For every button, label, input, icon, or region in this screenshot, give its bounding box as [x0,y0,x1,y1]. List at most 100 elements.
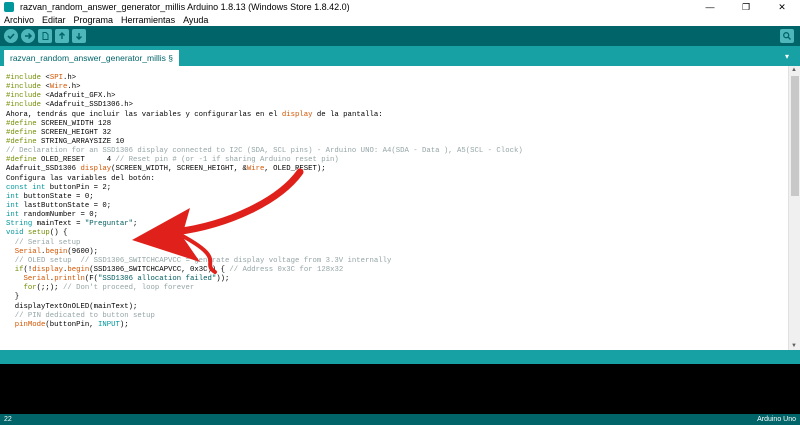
code-line[interactable]: #define SCREEN_HEIGHT 32 [6,129,523,138]
code-token: #define [6,156,42,165]
code-line[interactable]: for(;;); // Don't proceed, loop forever [6,284,523,293]
code-token: "Preguntar" [84,220,133,229]
code-line[interactable]: #include <Wire.h> [6,83,523,92]
editor-scrollbar[interactable]: ▲ ▼ [788,66,800,350]
code-token: display [80,165,112,174]
open-button[interactable] [55,29,69,43]
code-token: display [32,265,63,274]
menu-bar: Archivo Editar Programa Herramientas Ayu… [0,14,800,26]
code-token: randomNumber = 0; [23,211,98,220]
code-token: setup [27,229,50,238]
code-token: ; [133,220,138,229]
upload-button[interactable] [21,29,35,43]
code-token: (SSD1306_SWITCHCAPVCC, 0x3C)) { [89,265,230,274]
tab-bar: razvan_random_answer_generator_millis § … [0,46,800,66]
open-icon [59,32,65,39]
code-token: // Serial setup [6,238,81,247]
code-token: if [14,265,24,274]
code-token: // Don't proceed, loop forever [62,284,195,293]
code-token: #include [6,83,46,92]
scroll-up-icon[interactable]: ▲ [791,67,797,73]
arrow-right-icon [25,32,33,40]
code-line[interactable]: // PIN dedicated to button setup [6,312,523,321]
code-line[interactable]: String mainText = "Preguntar"; [6,220,523,229]
tab-menu-chevron-down-icon[interactable]: ▾ [780,50,794,62]
menu-archivo[interactable]: Archivo [4,15,34,25]
code-line[interactable]: Adafruit_SSD1306 display(SCREEN_WIDTH, S… [6,165,523,174]
code-line[interactable]: int randomNumber = 0; [6,211,523,220]
code-token: // Reset pin # (or -1 if sharing Arduino… [115,156,339,165]
code-line[interactable]: Serial.begin(9600); [6,248,523,257]
code-token: String [6,220,37,229]
code-token: Serial [23,275,50,284]
menu-programa[interactable]: Programa [74,15,114,25]
new-button[interactable] [38,29,52,43]
code-token: <Adafruit_GFX.h> [45,92,116,101]
window-title: razvan_random_answer_generator_millis Ar… [20,2,350,12]
verify-button[interactable] [4,29,18,43]
line-number: 22 [4,416,12,423]
code-text[interactable]: #include <SPI.h> #include <Wire.h> #includ… [6,74,523,330]
menu-herramientas[interactable]: Herramientas [121,15,175,25]
serial-monitor-button[interactable] [780,29,794,43]
menu-ayuda[interactable]: Ayuda [183,15,208,25]
code-line[interactable]: #define STRING_ARRAYSIZE 10 [6,138,523,147]
code-line[interactable]: // OLED setup // SSD1306_SWITCHCAPVCC = … [6,257,523,266]
code-line[interactable]: #define OLED_RESET 4 // Reset pin # (or … [6,156,523,165]
code-token: int [6,192,24,201]
code-line[interactable]: // Declaration for an SSD1306 display co… [6,147,523,156]
code-line[interactable]: if(!display.begin(SSD1306_SWITCHCAPVCC, … [6,266,523,275]
save-button[interactable] [72,29,86,43]
code-token: Wire [246,165,265,174]
code-line[interactable]: int lastButtonState = 0; [6,202,523,211]
code-token: SPI [49,74,63,82]
minimize-button[interactable]: — [692,0,728,14]
code-editor[interactable]: #include <SPI.h> #include <Wire.h> #includ… [0,66,800,350]
code-token: .h> [67,83,81,92]
maximize-button[interactable]: ❐ [728,0,764,14]
code-token: #define [6,128,42,137]
code-token: SCREEN_HEIGHT 32 [41,128,112,137]
code-line[interactable]: #include <SPI.h> [6,74,523,83]
code-token: Adafruit_SSD1306 [6,165,81,174]
code-line[interactable]: pinMode(buttonPin, INPUT); [6,321,523,330]
code-line[interactable]: const int buttonPin = 2; [6,184,523,193]
code-token: #define [6,119,42,128]
code-token: .h> [62,74,77,82]
code-line[interactable]: Configura las variables del botón: [6,175,523,184]
code-line[interactable]: displayTextOnOLED(mainText); [6,303,523,312]
code-token: OLED_RESET 4 [41,156,116,165]
code-token: (9600); [67,247,98,256]
code-token: SCREEN_WIDTH 128 [41,119,112,128]
code-line[interactable]: void setup() { [6,229,523,238]
code-line[interactable]: // Serial setup [6,239,523,248]
code-token: Configura las variables del botón: [6,174,155,183]
code-token: , OLED_RESET); [264,165,326,174]
code-line[interactable]: Serial.println(F("SSD1306 allocation fai… [6,275,523,284]
code-token: #include [6,101,46,110]
code-line[interactable]: } [6,293,523,302]
tab-sketch[interactable]: razvan_random_answer_generator_millis § [4,50,180,66]
code-line[interactable]: #include <Adafruit_SSD1306.h> [6,101,523,110]
code-line[interactable]: #define SCREEN_WIDTH 128 [6,120,523,129]
code-token: (F( [84,275,98,284]
code-token: buttonState = 0; [23,192,94,201]
code-line[interactable]: int buttonState = 0; [6,193,523,202]
code-line[interactable]: #include <Adafruit_GFX.h> [6,92,523,101]
code-token: const int [6,183,50,192]
menu-editar[interactable]: Editar [42,15,66,25]
code-token: Ahora, tendrás que incluir las variables… [6,110,282,119]
code-token: display [281,110,313,119]
close-button[interactable]: ✕ [764,0,800,14]
code-token: #include [6,92,46,101]
code-line[interactable]: Ahora, tendrás que incluir las variables… [6,111,523,120]
message-bar [0,350,800,364]
code-token: (;;); [36,284,63,293]
code-token: )); [216,275,230,284]
scrollbar-thumb[interactable] [791,76,799,196]
scroll-down-icon[interactable]: ▼ [791,343,797,349]
